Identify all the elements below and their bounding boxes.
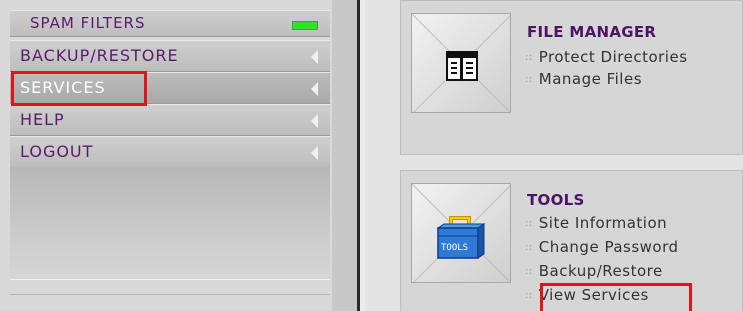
link-site-information[interactable]: :: Site Information xyxy=(525,214,667,232)
tools-panel: TOOLS TOOLS :: Site Information :: Change … xyxy=(400,170,743,311)
sidebar-item-services[interactable]: SERVICES xyxy=(10,72,330,104)
sidebar-item-label: LOGOUT xyxy=(20,142,94,161)
link-label: Protect Directories xyxy=(538,48,688,66)
status-indicator xyxy=(292,21,318,30)
sidebar: SPAM FILTERS BACKUP/RESTORE SERVICES HEL… xyxy=(0,0,332,311)
file-manager-icon-box[interactable] xyxy=(411,13,511,113)
arrow-left-icon xyxy=(311,114,318,128)
bullet-icon: :: xyxy=(525,266,533,277)
scroll-gutter xyxy=(332,0,357,311)
link-label: Change Password xyxy=(538,238,679,256)
arrow-left-icon xyxy=(311,82,318,96)
tools-icon-box[interactable]: TOOLS xyxy=(411,183,511,283)
file-manager-panel: FILE MANAGER :: Protect Directories :: Man… xyxy=(400,0,743,155)
toolbox-icon: TOOLS xyxy=(436,216,486,259)
sidebar-item-backup-restore[interactable]: BACKUP/RESTORE xyxy=(10,40,330,72)
link-label: Manage Files xyxy=(538,70,643,88)
link-view-services[interactable]: :: View Services xyxy=(525,286,649,304)
file-manager-icon xyxy=(446,51,478,81)
bullet-icon: :: xyxy=(525,52,533,63)
link-protect-directories[interactable]: :: Protect Directories xyxy=(525,48,688,66)
link-backup-restore[interactable]: :: Backup/Restore xyxy=(525,262,663,280)
bullet-icon: :: xyxy=(525,218,533,229)
divider xyxy=(10,279,330,280)
sidebar-item-help[interactable]: HELP xyxy=(10,104,330,136)
toolbox-label: TOOLS xyxy=(441,243,468,253)
bullet-icon: :: xyxy=(525,290,533,301)
sidebar-item-label: SPAM FILTERS xyxy=(30,14,146,32)
sidebar-item-logout[interactable]: LOGOUT xyxy=(10,136,330,168)
link-label: View Services xyxy=(538,286,649,304)
arrow-left-icon xyxy=(311,146,318,160)
panel-title[interactable]: TOOLS xyxy=(527,191,585,209)
link-change-password[interactable]: :: Change Password xyxy=(525,238,679,256)
panel-title[interactable]: FILE MANAGER xyxy=(527,23,656,41)
sidebar-background xyxy=(10,167,330,279)
bullet-icon: :: xyxy=(525,242,533,253)
sidebar-item-spam-filters[interactable]: SPAM FILTERS xyxy=(10,10,330,37)
sidebar-item-label: SERVICES xyxy=(20,78,106,97)
bullet-icon: :: xyxy=(525,74,533,85)
link-label: Site Information xyxy=(538,214,668,232)
arrow-left-icon xyxy=(311,50,318,64)
link-label: Backup/Restore xyxy=(538,262,663,280)
sidebar-item-label: HELP xyxy=(20,110,65,129)
sidebar-item-label: BACKUP/RESTORE xyxy=(20,46,179,65)
divider xyxy=(10,294,330,295)
link-manage-files[interactable]: :: Manage Files xyxy=(525,70,642,88)
